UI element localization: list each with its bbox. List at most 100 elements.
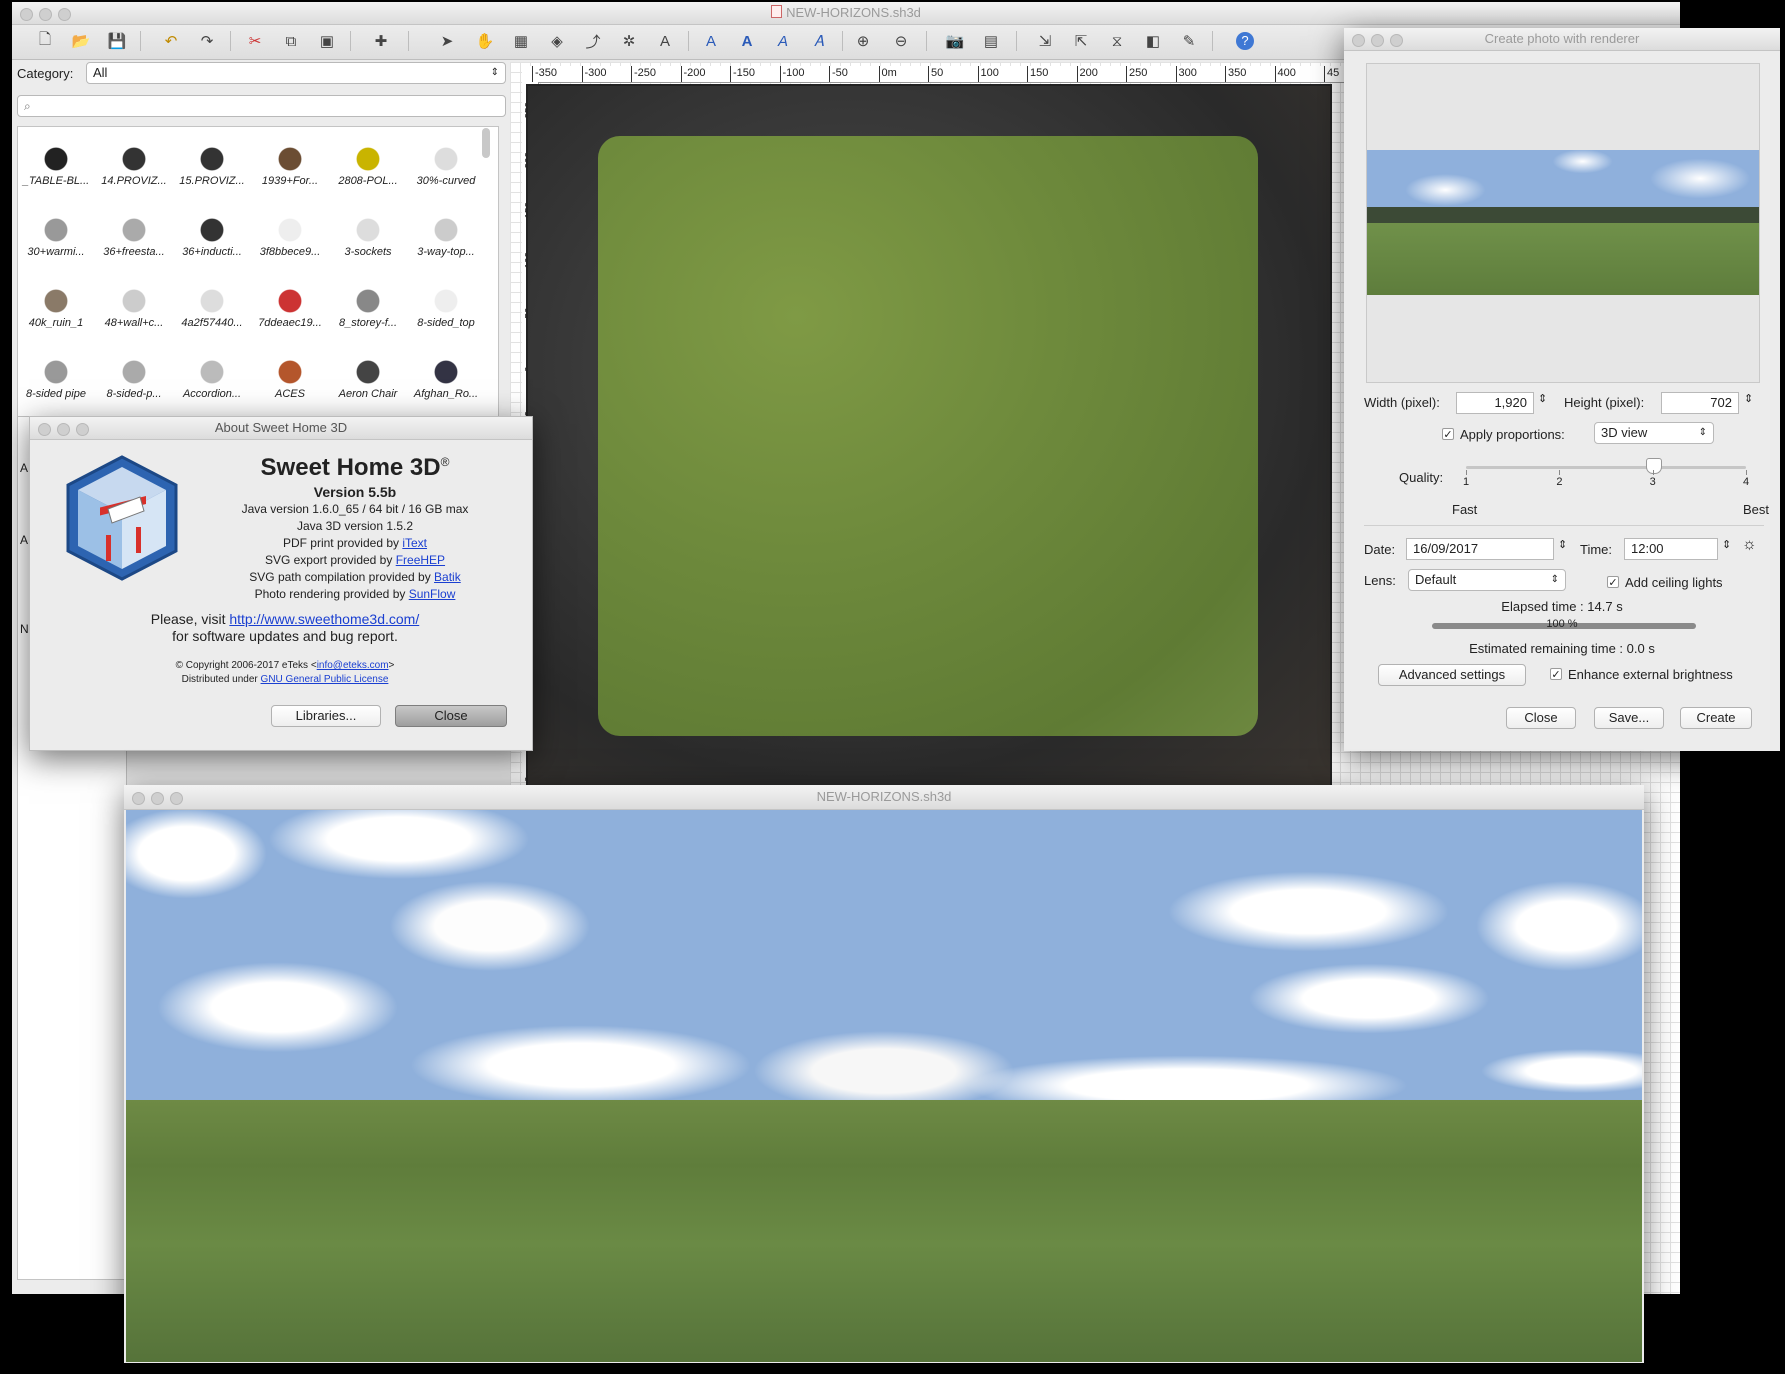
cut-icon[interactable]: ✂ [242,28,268,54]
catalog-item[interactable]: 7ddeaec19... [252,273,328,343]
photo-create-button[interactable]: Create [1680,707,1752,729]
photo-close-button[interactable]: Close [1506,707,1576,729]
import-icon[interactable]: ⇲ [1032,28,1058,54]
close-window-icon[interactable] [38,423,51,436]
catalog-item[interactable]: 36+freesta... [96,202,172,272]
catalog-item[interactable]: 8-sided_top [408,273,484,343]
zoom-in-icon[interactable]: ⊕ [850,28,876,54]
preferences-icon[interactable]: ✎ [1176,28,1202,54]
catalog-item[interactable]: 8-sided pipe [18,344,94,414]
create-walls-icon[interactable]: ▦ [508,28,534,54]
zoom-window-icon[interactable] [58,8,71,21]
3d-view-canvas[interactable] [126,810,1642,1362]
export-icon[interactable]: ⇱ [1068,28,1094,54]
license-link[interactable]: GNU General Public License [261,674,389,685]
catalog-item[interactable]: Accordion... [174,344,250,414]
create-photo-icon[interactable]: 📷 [942,28,968,54]
undo-icon[interactable]: ↶ [158,28,184,54]
ceiling-lights-checkbox[interactable]: ✓ [1607,576,1619,589]
about-close-button[interactable]: Close [395,705,507,727]
minimize-window-icon[interactable] [39,8,52,21]
category-select[interactable]: All ⇕ [86,62,506,84]
itext-link[interactable]: iText [402,536,427,550]
catalog-item[interactable]: 8_storey-f... [330,273,406,343]
catalog-item[interactable]: 3-way-top... [408,202,484,272]
sun-icon[interactable]: ☼ [1742,536,1757,554]
text-bold-icon[interactable]: A [734,28,760,54]
catalog-item[interactable]: 14.PROVIZ... [96,131,172,201]
slider-thumb[interactable] [1645,458,1662,474]
minimize-window-icon[interactable] [151,792,164,805]
catalog-item[interactable]: 4a2f57440... [174,273,250,343]
catalog-item[interactable]: 30%-curved [408,131,484,201]
sunflow-link[interactable]: SunFlow [409,587,456,601]
catalog-item[interactable]: 30+warmi... [18,202,94,272]
lens-select[interactable]: Default ⇕ [1408,569,1566,591]
zoom-window-icon[interactable] [76,423,89,436]
apply-proportions-checkbox[interactable]: ✓ [1442,428,1454,441]
text-size-icon[interactable]: 𝐴 [806,28,832,54]
flip-icon[interactable]: ⧖ [1104,28,1130,54]
width-input[interactable]: 1,920 [1456,392,1534,414]
search-input[interactable]: ⌕ [17,95,506,117]
advanced-settings-button[interactable]: Advanced settings [1378,664,1526,686]
zoom-window-icon[interactable] [1390,34,1403,47]
catalog-item[interactable]: _TABLE-BL... [18,131,94,201]
email-link[interactable]: info@eteks.com [317,660,389,671]
height-input[interactable]: 702 [1661,392,1739,414]
help-icon[interactable]: ? [1232,28,1258,54]
catalog-item[interactable]: Afghan_Ro... [408,344,484,414]
minimize-window-icon[interactable] [57,423,70,436]
zoom-out-icon[interactable]: ⊖ [888,28,914,54]
quality-slider[interactable]: 1 2 3 4 [1463,458,1749,498]
add-text-icon[interactable]: A [652,28,678,54]
width-stepper-icon[interactable]: ⇕ [1538,392,1547,405]
modify-icon[interactable]: ◧ [1140,28,1166,54]
catalog-item[interactable]: 48+wall+c... [96,273,172,343]
save-icon[interactable]: 💾 [104,28,130,54]
catalog-item[interactable]: 3f8bbece9... [252,202,328,272]
close-window-icon[interactable] [20,8,33,21]
close-window-icon[interactable] [1352,34,1365,47]
text-italic-icon[interactable]: A [770,28,796,54]
create-rooms-icon[interactable]: ◈ [544,28,570,54]
catalog-item[interactable]: 2808-POL... [330,131,406,201]
time-stepper-icon[interactable]: ⇕ [1722,538,1731,551]
height-stepper-icon[interactable]: ⇕ [1744,392,1753,405]
catalog-item[interactable]: ACES [252,344,328,414]
proportions-select[interactable]: 3D view ⇕ [1594,422,1714,444]
catalog-item[interactable]: 15.PROVIZ... [174,131,250,201]
catalog-item[interactable]: 1939+For... [252,131,328,201]
batik-link[interactable]: Batik [434,570,461,584]
text-style-icon[interactable]: A [698,28,724,54]
create-dimensions-icon[interactable]: ✲ [616,28,642,54]
new-home-icon[interactable]: 🗋 [32,28,58,54]
catalog-item[interactable]: 8-sided-p... [96,344,172,414]
view3d-window: NEW-HORIZONS.sh3d [124,785,1644,1363]
redo-icon[interactable]: ↷ [194,28,220,54]
pan-mode-icon[interactable]: ✋ [472,28,498,54]
select-mode-icon[interactable]: ➤ [434,28,460,54]
freehep-link[interactable]: FreeHEP [396,553,445,567]
libraries-button[interactable]: Libraries... [271,705,381,727]
open-icon[interactable]: 📂 [68,28,94,54]
enhance-brightness-checkbox[interactable]: ✓ [1550,668,1562,681]
catalog-scrollbar[interactable] [482,128,490,158]
catalog-item[interactable]: 3-sockets [330,202,406,272]
add-furniture-icon[interactable]: ✚ [368,28,394,54]
create-polylines-icon[interactable]: ⤴ [580,28,606,54]
date-stepper-icon[interactable]: ⇕ [1558,538,1567,551]
close-window-icon[interactable] [132,792,145,805]
zoom-window-icon[interactable] [170,792,183,805]
create-video-icon[interactable]: ▤ [978,28,1004,54]
time-input[interactable]: 12:00 [1624,538,1718,560]
catalog-item[interactable]: Aeron Chair [330,344,406,414]
minimize-window-icon[interactable] [1371,34,1384,47]
catalog-item[interactable]: 36+inducti... [174,202,250,272]
copy-icon[interactable]: ⧉ [278,28,304,54]
paste-icon[interactable]: ▣ [314,28,340,54]
date-input[interactable]: 16/09/2017 [1406,538,1554,560]
website-link[interactable]: http://www.sweethome3d.com/ [229,611,419,627]
catalog-item[interactable]: 40k_ruin_1 [18,273,94,343]
photo-save-button[interactable]: Save... [1594,707,1664,729]
